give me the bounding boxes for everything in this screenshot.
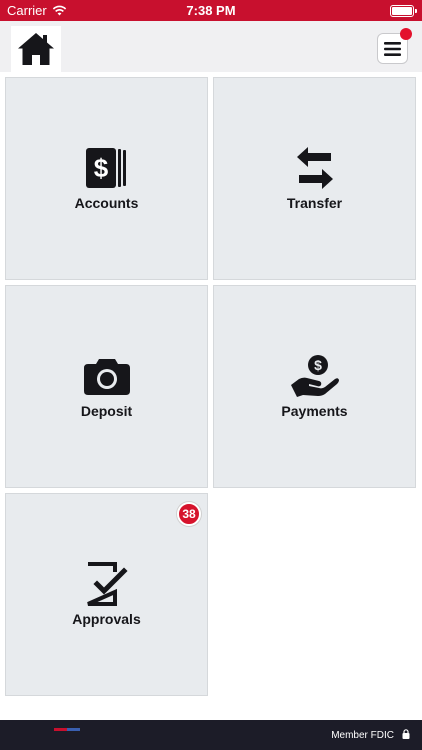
tile-payments[interactable]: $ Payments bbox=[213, 285, 416, 488]
home-button[interactable] bbox=[11, 26, 61, 72]
member-fdic-label: Member FDIC bbox=[331, 730, 394, 741]
accounts-dollar-icon: $ bbox=[85, 148, 126, 188]
tile-deposit-label: Deposit bbox=[80, 403, 133, 419]
tile-accounts-label: Accounts bbox=[74, 195, 139, 211]
menu-button[interactable] bbox=[377, 28, 412, 64]
camera-icon bbox=[83, 359, 130, 395]
tile-payments-label: Payments bbox=[281, 403, 348, 419]
tile-transfer[interactable]: Transfer bbox=[213, 77, 416, 280]
app-header bbox=[0, 21, 422, 72]
tile-deposit[interactable]: Deposit bbox=[5, 285, 208, 488]
approvals-check-icon bbox=[86, 562, 128, 606]
tile-approvals-label: Approvals bbox=[72, 611, 141, 627]
svg-text:$: $ bbox=[93, 153, 108, 183]
status-bar: Carrier 7:38 PM bbox=[0, 0, 422, 21]
status-time: 7:38 PM bbox=[186, 3, 236, 18]
lock-icon bbox=[402, 729, 410, 739]
tile-accounts[interactable]: $ Accounts bbox=[5, 77, 208, 280]
notification-dot bbox=[400, 28, 412, 40]
home-icon bbox=[18, 33, 54, 65]
battery-icon bbox=[390, 5, 417, 17]
footer-bar: Member FDIC bbox=[0, 720, 422, 750]
payment-hand-icon: $ bbox=[290, 355, 339, 397]
approvals-count-badge: 38 bbox=[177, 502, 201, 526]
tile-approvals[interactable]: 38 Approvals bbox=[5, 493, 208, 696]
hamburger-icon bbox=[384, 41, 401, 56]
tile-transfer-label: Transfer bbox=[286, 195, 343, 211]
transfer-arrows-icon bbox=[296, 147, 333, 189]
svg-text:$: $ bbox=[314, 357, 322, 373]
bank-logo-icon bbox=[54, 728, 80, 731]
